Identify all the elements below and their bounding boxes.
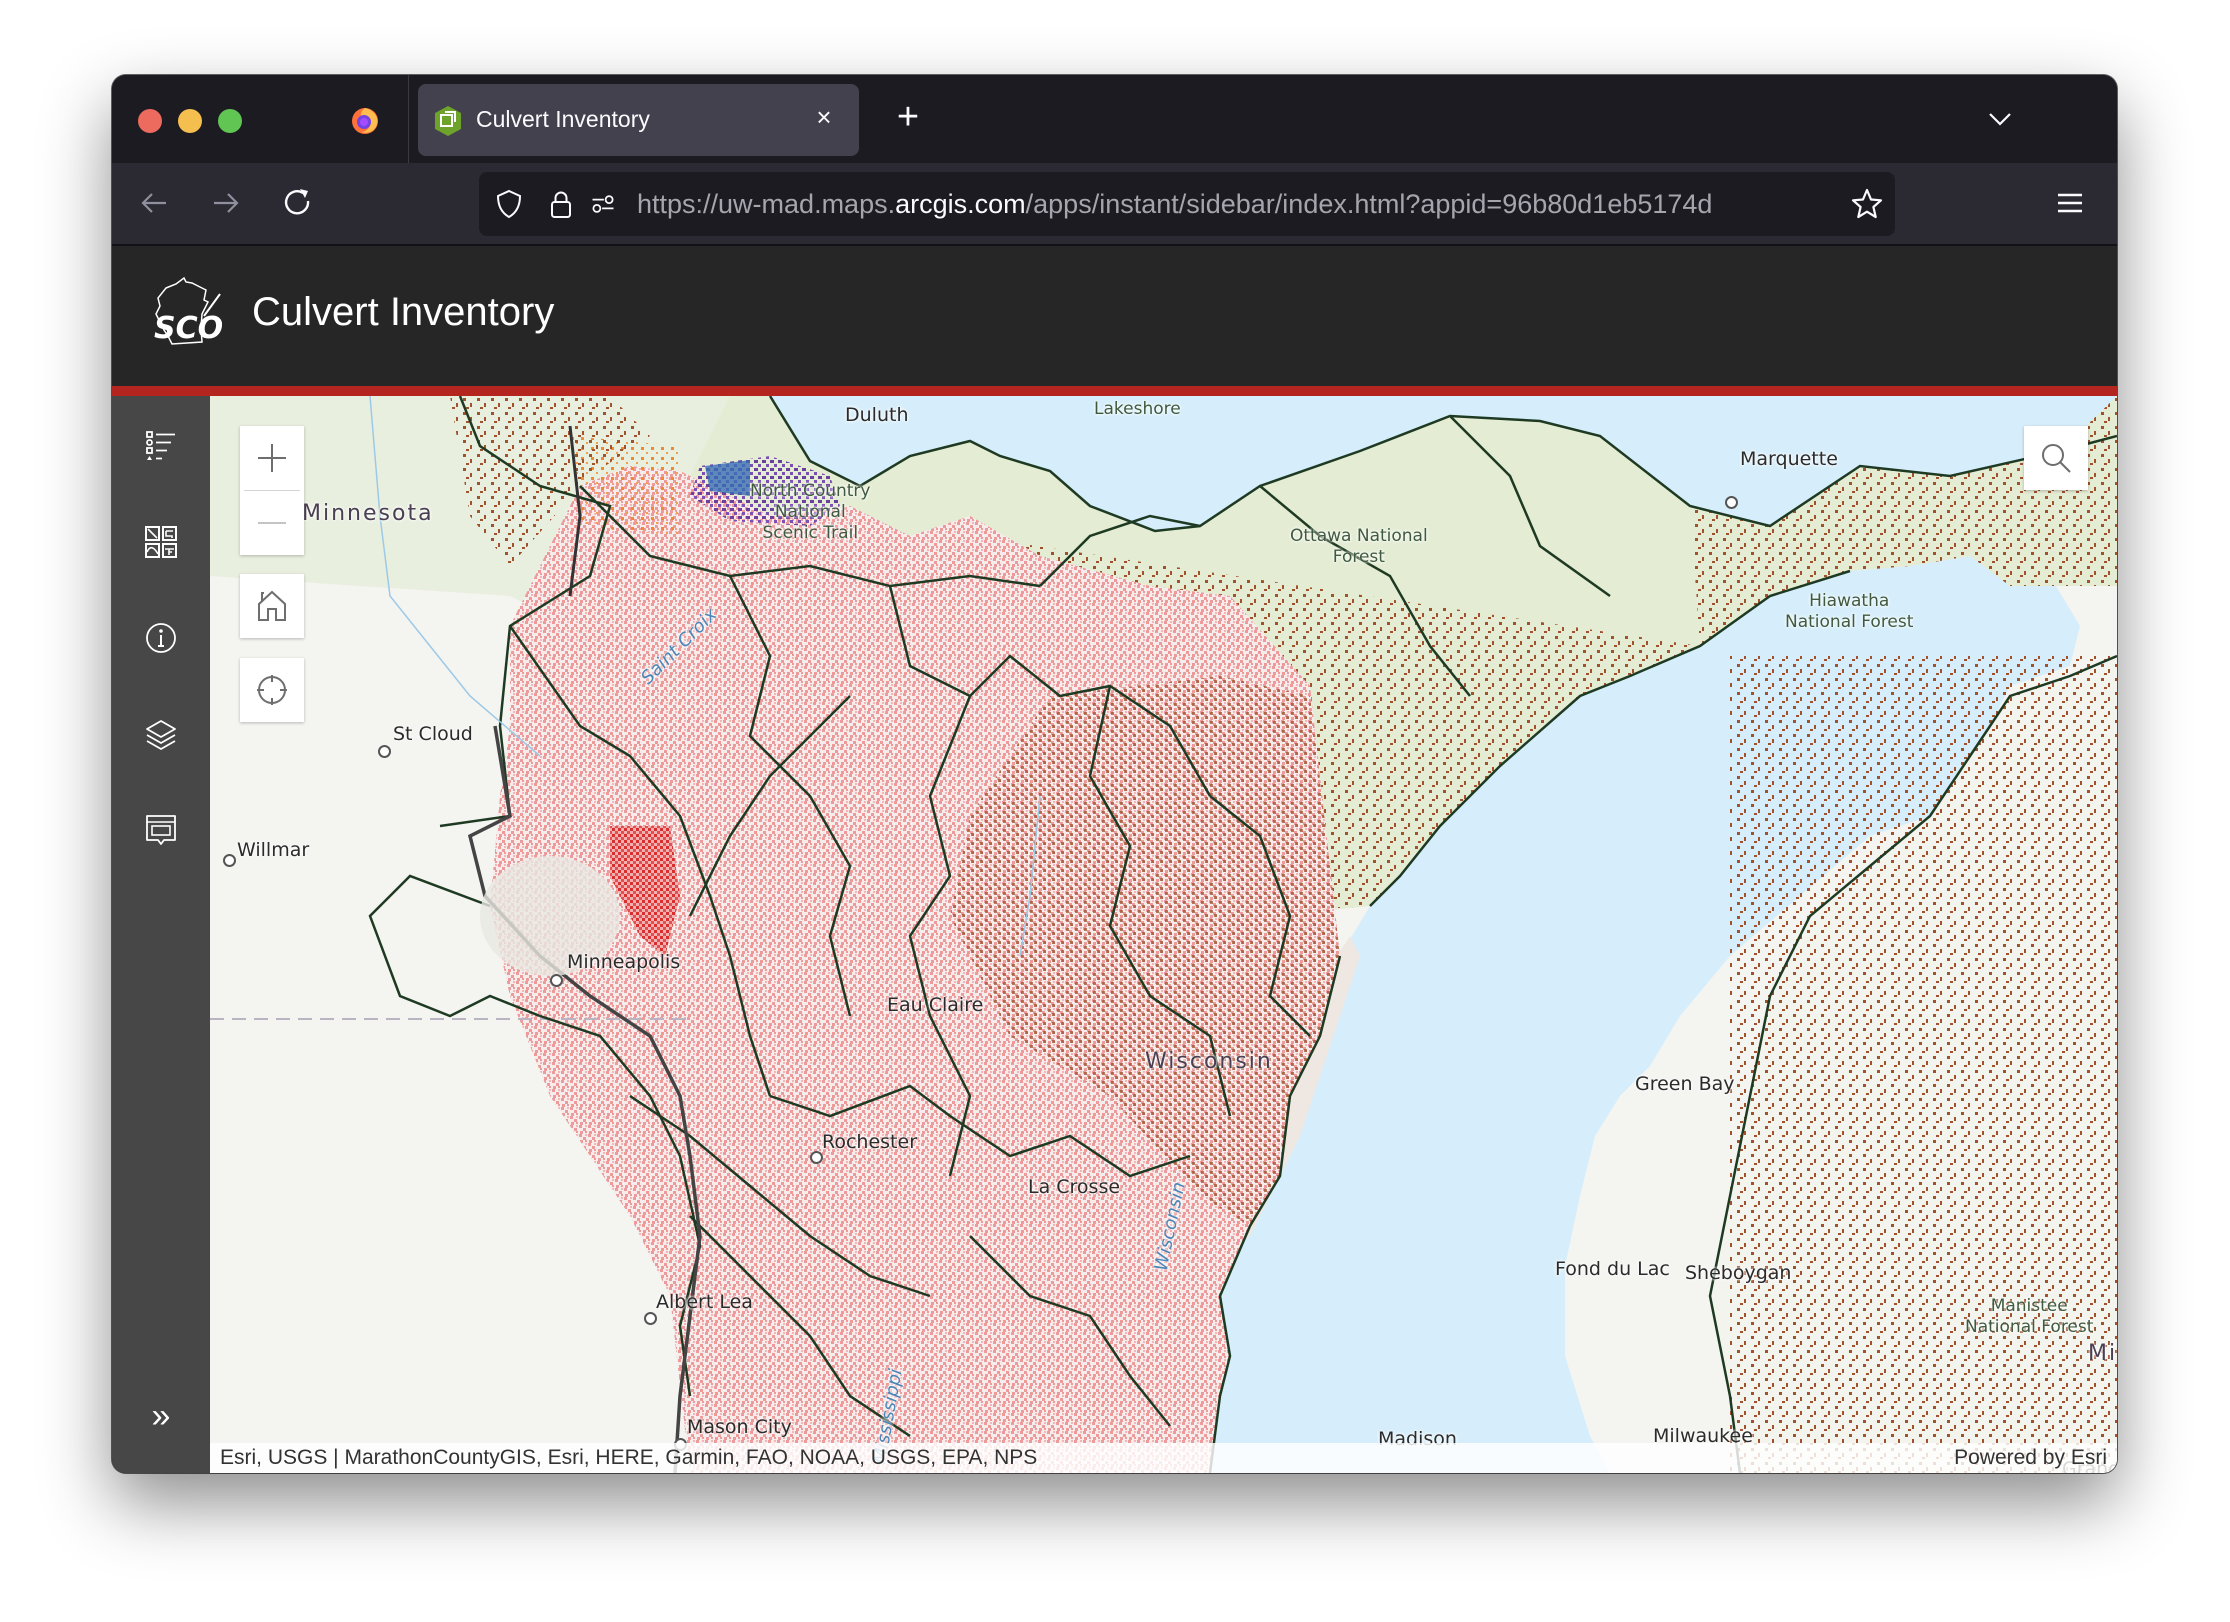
label-lakeshore: Lakeshore <box>1094 399 1181 419</box>
label-wisconsin: Wisconsin <box>1145 1049 1273 1074</box>
label-line: National Forest <box>1785 612 1914 632</box>
plus-icon <box>258 444 286 472</box>
label-north-country-trail: North Country National Scenic Trail <box>750 481 871 544</box>
attribution-bar: Esri, USGS | MarathonCountyGIS, Esri, HE… <box>210 1443 2117 1473</box>
label-manistee-forest: Manistee National Forest <box>1965 1296 2093 1338</box>
culvert-layer-blue <box>705 460 750 496</box>
tab-list-chevron-icon[interactable] <box>1982 101 2018 137</box>
crosshair-icon <box>257 675 287 705</box>
label-mason-city: Mason City <box>687 1416 792 1438</box>
tab-culvert-inventory[interactable]: Culvert Inventory × <box>418 84 859 156</box>
locate-button[interactable] <box>240 658 304 722</box>
url-prefix: https://uw-mad.maps. <box>637 189 896 219</box>
home-icon <box>258 590 286 621</box>
label-line: National Forest <box>1965 1317 2094 1337</box>
label-willmar: Willmar <box>237 839 310 861</box>
url-path: /apps/instant/sidebar/index.html?appid=9… <box>1025 189 1713 219</box>
city-marker <box>810 1151 823 1164</box>
label-marquette: Marquette <box>1740 448 1838 470</box>
url-text[interactable]: https://uw-mad.maps.arcgis.com/apps/inst… <box>637 189 1837 220</box>
sidebar-item-layers[interactable] <box>131 705 191 765</box>
tab-strip: Culvert Inventory × + <box>112 75 2117 163</box>
firefox-icon[interactable] <box>349 104 381 136</box>
star-icon[interactable] <box>1849 186 1885 222</box>
tab-divider <box>408 75 409 163</box>
header-accent-bar <box>112 386 2117 396</box>
label-line: Hiawatha <box>1809 591 1890 611</box>
label-fond-du-lac: Fond du Lac <box>1555 1258 1670 1280</box>
close-window-button[interactable] <box>138 109 162 133</box>
label-minnesota: Minnesota <box>302 501 434 526</box>
city-marker <box>378 745 391 758</box>
label-line: National <box>774 502 846 522</box>
sidebar-item-legend[interactable] <box>131 416 191 476</box>
minus-icon <box>258 522 286 524</box>
legend-icon <box>146 431 175 460</box>
shield-icon[interactable] <box>493 188 525 220</box>
label-michigan: Mic <box>2088 1341 2117 1366</box>
search-button[interactable] <box>2024 426 2088 490</box>
map-view[interactable]: Duluth Lakeshore Minnesota North Country… <box>210 396 2117 1473</box>
maximize-window-button[interactable] <box>218 109 242 133</box>
close-tab-icon[interactable]: × <box>809 102 839 132</box>
powered-by-esri[interactable]: Powered by Esri <box>1954 1446 2107 1470</box>
browser-window: Culvert Inventory × + https://uw-mad.map… <box>112 75 2117 1473</box>
city-marker <box>1725 496 1738 509</box>
zoom-in-button[interactable] <box>240 426 304 490</box>
label-line: North Country <box>750 481 871 501</box>
home-button[interactable] <box>240 574 304 638</box>
url-host: arcgis.com <box>895 189 1026 219</box>
url-fade <box>1779 178 1829 228</box>
attribution-text[interactable]: Esri, USGS | MarathonCountyGIS, Esri, HE… <box>220 1446 1037 1470</box>
culvert-layer-michigan <box>1730 656 2117 1473</box>
app-title: Culvert Inventory <box>252 290 555 334</box>
tab-title: Culvert Inventory <box>476 106 650 132</box>
label-st-cloud: St Cloud <box>393 723 473 745</box>
label-albert-lea: Albert Lea <box>656 1291 753 1313</box>
expand-sidebar-button[interactable]: » <box>131 1386 191 1446</box>
popup-icon <box>146 815 176 845</box>
zoom-controls <box>240 426 304 555</box>
hamburger-menu-icon[interactable] <box>2052 185 2088 221</box>
label-ottawa-forest: Ottawa National Forest <box>1290 526 1428 568</box>
label-line: Scenic Trail <box>762 523 859 543</box>
search-icon <box>2042 444 2071 473</box>
navigation-bar: https://uw-mad.maps.arcgis.com/apps/inst… <box>112 163 2117 246</box>
label-line: Forest <box>1332 547 1385 567</box>
city-marker <box>223 854 236 867</box>
arcgis-favicon <box>435 106 461 136</box>
sidebar-item-about[interactable] <box>131 608 191 668</box>
city-marker <box>644 1312 657 1325</box>
back-icon[interactable] <box>134 183 174 223</box>
permissions-icon[interactable] <box>589 188 617 220</box>
minimize-window-button[interactable] <box>178 109 202 133</box>
layers-icon <box>146 720 176 751</box>
new-tab-button[interactable]: + <box>888 97 928 137</box>
label-la-crosse: La Crosse <box>1028 1176 1121 1198</box>
label-duluth: Duluth <box>845 404 909 426</box>
sco-logo: SCO <box>154 276 223 346</box>
basemap <box>210 396 2117 1473</box>
basemap-gallery-icon <box>145 526 177 558</box>
label-minneapolis: Minneapolis <box>567 951 681 973</box>
label-sheboygan: Sheboygan <box>1685 1262 1792 1284</box>
svg-text:SCO: SCO <box>154 311 223 346</box>
label-rochester: Rochester <box>822 1131 917 1153</box>
sidebar: » <box>112 396 210 1473</box>
city-marker <box>550 974 563 987</box>
label-line: Ottawa National <box>1290 526 1428 546</box>
zoom-out-button[interactable] <box>240 491 304 555</box>
url-bar[interactable]: https://uw-mad.maps.arcgis.com/apps/inst… <box>479 172 1895 236</box>
app-header: SCO Culvert Inventory <box>112 246 2117 386</box>
sidebar-item-popup[interactable] <box>131 800 191 860</box>
label-green-bay: Green Bay <box>1635 1073 1735 1095</box>
forward-icon[interactable] <box>206 183 246 223</box>
sidebar-item-basemap[interactable] <box>131 512 191 572</box>
label-line: Manistee <box>1990 1296 2068 1316</box>
label-eau-claire: Eau Claire <box>887 994 984 1016</box>
lock-icon[interactable] <box>545 188 577 220</box>
info-icon <box>146 623 176 653</box>
reload-icon[interactable] <box>278 183 318 223</box>
label-hiawatha-forest: Hiawatha National Forest <box>1785 591 1913 633</box>
